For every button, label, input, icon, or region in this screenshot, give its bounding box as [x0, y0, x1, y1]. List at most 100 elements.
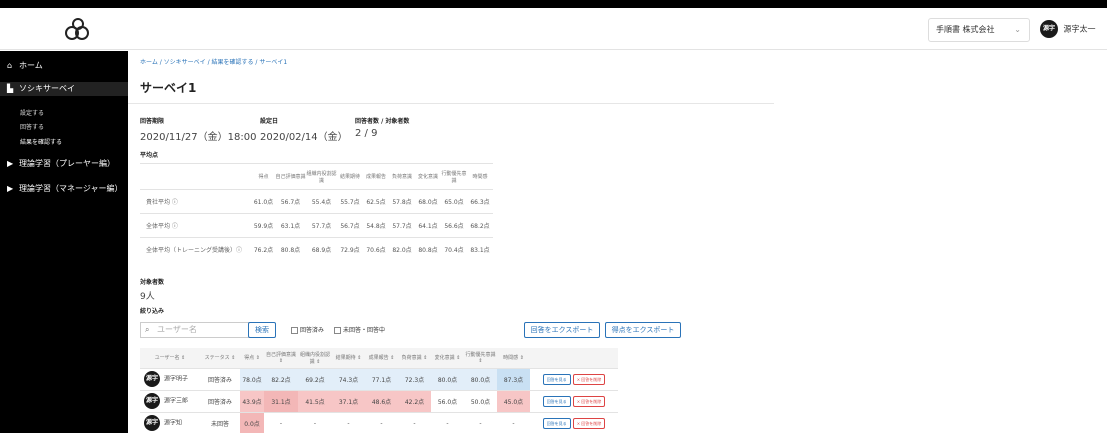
delete-answer-button[interactable]: × 回答を削除: [572, 417, 606, 429]
view-answer-button[interactable]: 回答を見る: [542, 373, 571, 385]
score-cell: -: [264, 412, 298, 433]
score-cell: -: [298, 412, 332, 433]
table-cell: 80.8点: [275, 237, 306, 262]
table-cell: 80.8点: [415, 237, 441, 262]
sort-header-col[interactable]: 組織内役割認識 ⇕: [298, 348, 332, 369]
score-cell: 50.0点: [464, 390, 497, 413]
top-bar: 手順書 株式会社 ⌄ 源字 源字太一: [0, 8, 1107, 50]
table-header-cell: 結果期待: [337, 163, 363, 190]
score-cell: 80.0点: [464, 368, 497, 391]
divider: [128, 103, 774, 104]
table-cell: 55.7点: [337, 189, 363, 214]
table-cell: 63.1点: [275, 213, 306, 238]
sidebar-item-answer[interactable]: 回答する: [20, 122, 44, 131]
table-cell: 65.0点: [441, 189, 467, 214]
score-cell: 42.2点: [398, 390, 431, 413]
table-header-cell: 成果報告: [363, 163, 389, 190]
user-cell[interactable]: 源字 源字明子: [140, 368, 200, 391]
sidebar-item-manager[interactable]: ▶ 理論学習（マネージャー編）: [0, 182, 128, 196]
chevron-down-icon: ⌄: [1014, 25, 1021, 34]
sort-header-col[interactable]: 負荷意識 ⇕: [398, 348, 431, 369]
sort-header-name[interactable]: ユーザー名 ⇕: [140, 348, 200, 369]
user-cell[interactable]: 源字 源字知: [140, 412, 200, 433]
score-cell: 48.6点: [365, 390, 398, 413]
search-placeholder: ユーザー名: [157, 325, 197, 334]
table-header-cell: 組織内役割認識: [306, 163, 337, 190]
company-select[interactable]: 手順書 株式会社 ⌄: [928, 18, 1030, 42]
table-header: 得点 自己評価意識 組織内役割認識 結果期待 成果報告 負荷意識 変化意識 行動…: [140, 163, 493, 190]
sort-header-status[interactable]: ステータス ⇕: [200, 348, 240, 369]
user-menu[interactable]: 源字 源字太一: [1040, 20, 1096, 39]
checkbox-answered[interactable]: 回答済み: [291, 326, 324, 336]
score-cell: 74.3点: [332, 368, 365, 391]
sidebar-item-settings[interactable]: 設定する: [20, 108, 44, 117]
sidebar-item-survey[interactable]: ▙ ソシキサーベイ: [0, 82, 128, 96]
score-cell: 31.1点: [264, 390, 298, 413]
play-icon: ▶: [7, 184, 14, 193]
table-cell: 68.9点: [306, 237, 337, 262]
table-cell: 82.0点: [389, 237, 415, 262]
filter-label: 絞り込み: [140, 308, 165, 315]
sort-header-col[interactable]: 変化意識 ⇕: [431, 348, 464, 369]
score-cell: -: [365, 412, 398, 433]
setdate-label: 設定日: [260, 118, 279, 125]
table-cell: 83.1点: [467, 237, 493, 262]
sidebar-item-home[interactable]: ⌂ ホーム: [0, 59, 128, 73]
table-cell: 61.0点: [252, 189, 275, 214]
breadcrumb[interactable]: ホーム / ソシキサーベイ / 結果を確認する / サーベイ1: [140, 57, 287, 66]
table-cell: 72.9点: [337, 237, 363, 262]
table-header-cell: 変化意識: [415, 163, 441, 190]
avatar: 源字: [144, 371, 160, 387]
score-cell: 78.0点: [240, 368, 264, 391]
score-cell: -: [497, 412, 530, 433]
table-header-cell: 時間感: [467, 163, 493, 190]
sidebar-item-player[interactable]: ▶ 理論学習（プレーヤー編）: [0, 157, 128, 171]
delete-answer-button[interactable]: × 回答を削除: [572, 373, 606, 385]
search-icon: ⌕: [145, 325, 150, 334]
view-answer-button[interactable]: 回答を見る: [542, 417, 571, 429]
search-button[interactable]: 検索: [248, 322, 276, 338]
delete-answer-button[interactable]: × 回答を削除: [572, 395, 606, 407]
search-input[interactable]: ⌕ ユーザー名: [140, 322, 254, 338]
user-cell[interactable]: 源字 源字三郎: [140, 390, 200, 413]
score-cell: 82.2点: [264, 368, 298, 391]
score-cell: 77.1点: [365, 368, 398, 391]
brand-logo[interactable]: [58, 17, 98, 43]
target-value: 9人: [140, 292, 155, 302]
table-row: 源字 源字知 未回答 0.0点 - - - - - - - - 回答を見る × 回答…: [140, 412, 618, 433]
sort-header-col[interactable]: 時間感 ⇕: [497, 348, 530, 369]
actions-cell: 回答を見る × 回答を削除: [530, 412, 618, 433]
chart-icon: ▙: [7, 84, 14, 93]
sort-header-col[interactable]: 自己評価意識 ⇕: [264, 348, 298, 369]
table-cell: 57.8点: [389, 189, 415, 214]
score-cell: 72.3点: [398, 368, 431, 391]
table-cell: 56.7点: [337, 213, 363, 238]
sort-header-col[interactable]: 行動優先意識 ⇕: [464, 348, 497, 369]
avatar: 源字: [144, 393, 160, 409]
page-title: サーベイ1: [140, 81, 197, 95]
play-icon: ▶: [7, 159, 14, 168]
avatar: 源字: [144, 415, 160, 431]
period-value: 2020/11/27（金）18:00: [140, 132, 257, 143]
sort-header-col[interactable]: 成果報告 ⇕: [365, 348, 398, 369]
score-cell: -: [332, 412, 365, 433]
table-cell: 56.7点: [275, 189, 306, 214]
sidebar-item-results[interactable]: 結果を確認する: [20, 137, 62, 146]
score-cell: 69.2点: [298, 368, 332, 391]
view-answer-button[interactable]: 回答を見る: [542, 395, 571, 407]
target-label: 対象者数: [140, 279, 165, 286]
export-answers-button[interactable]: 回答をエクスポート: [524, 322, 600, 338]
average-table: 得点 自己評価意識 組織内役割認識 結果期待 成果報告 負荷意識 変化意識 行動…: [140, 163, 493, 262]
count-value: 2 / 9: [355, 128, 378, 139]
actions-header: [530, 348, 618, 369]
table-header-cell: 行動優先意識: [441, 163, 467, 190]
sort-header-score[interactable]: 得点 ⇕: [240, 348, 264, 369]
checkbox-unanswered[interactable]: 未回答・回答中: [334, 326, 385, 336]
table-cell: 56.6点: [441, 213, 467, 238]
status-cell: 回答済み: [200, 390, 240, 413]
row-label: 全体平均 ⓘ: [140, 213, 252, 238]
actions-cell: 回答を見る × 回答を削除: [530, 390, 618, 413]
table-header: ユーザー名 ⇕ ステータス ⇕ 得点 ⇕ 自己評価意識 ⇕ 組織内役割認識 ⇕ …: [140, 348, 618, 369]
sort-header-col[interactable]: 結果期待 ⇕: [332, 348, 365, 369]
export-scores-button[interactable]: 得点をエクスポート: [605, 322, 681, 338]
